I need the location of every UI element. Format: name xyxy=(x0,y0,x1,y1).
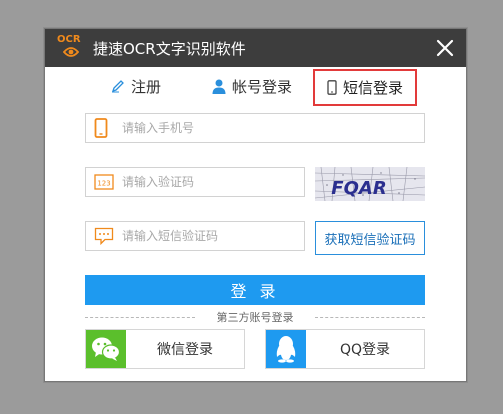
login-window: OCR 捷速OCR文字识别软件 注册 帐号登录 短信登录 请输入手机号 123 … xyxy=(44,28,467,382)
close-icon xyxy=(436,39,454,57)
captcha-input[interactable] xyxy=(122,172,292,192)
mobile-icon xyxy=(94,118,108,142)
app-logo: OCR xyxy=(55,33,85,63)
tab-sms-login[interactable]: 短信登录 xyxy=(313,69,418,106)
tab-account-login[interactable]: 帐号登录 xyxy=(212,67,292,105)
svg-text:123: 123 xyxy=(97,180,110,188)
wechat-icon xyxy=(86,330,126,368)
close-button[interactable] xyxy=(434,37,456,59)
wechat-login-button[interactable]: 微信登录 xyxy=(85,329,245,369)
phone-input[interactable] xyxy=(122,118,412,138)
eye-icon xyxy=(63,47,79,57)
tab-account-login-label: 帐号登录 xyxy=(232,77,293,96)
phone-icon xyxy=(327,80,337,95)
phone-field[interactable] xyxy=(85,113,425,143)
captcha-image[interactable]: FQAR xyxy=(315,167,425,201)
third-party-label: 第三方账号登录 xyxy=(216,311,294,324)
login-tabs: 注册 帐号登录 短信登录 xyxy=(45,67,466,109)
sms-code-input[interactable] xyxy=(122,226,292,246)
logo-text: OCR xyxy=(57,34,81,45)
message-icon xyxy=(94,226,114,250)
login-button[interactable]: 登 录 xyxy=(85,275,425,305)
user-icon xyxy=(212,79,226,94)
qq-login-label: QQ登录 xyxy=(339,342,391,358)
tab-sms-login-label: 短信登录 xyxy=(343,79,404,97)
window-title: 捷速OCR文字识别软件 xyxy=(93,40,246,58)
wechat-login-label: 微信登录 xyxy=(157,342,213,358)
sms-code-field[interactable] xyxy=(85,221,305,251)
captcha-field[interactable]: 123 xyxy=(85,167,305,197)
captcha-code-icon: 123 xyxy=(94,172,114,196)
title-bar: OCR 捷速OCR文字识别软件 xyxy=(45,29,466,67)
third-party-divider: 第三方账号登录 xyxy=(85,309,425,325)
get-sms-code-button[interactable]: 获取短信验证码 xyxy=(315,221,425,255)
captcha-text: FQAR xyxy=(331,178,386,199)
qq-login-button[interactable]: QQ登录 xyxy=(265,329,425,369)
pencil-icon xyxy=(111,79,125,93)
tab-register-label: 注册 xyxy=(131,77,162,96)
qq-penguin-icon xyxy=(266,330,306,368)
tab-register[interactable]: 注册 xyxy=(111,67,161,105)
